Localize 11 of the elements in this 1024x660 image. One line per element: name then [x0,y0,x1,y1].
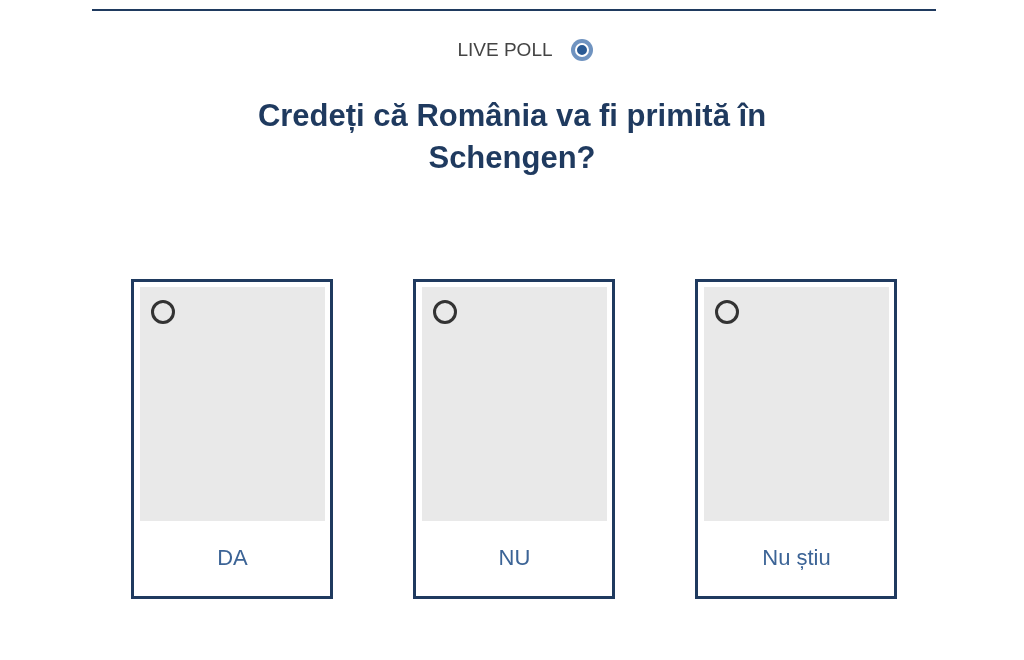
live-poll-label: LIVE POLL [457,39,553,61]
radio-button[interactable] [151,300,175,324]
poll-option-card[interactable]: DA [131,279,333,599]
radio-button[interactable] [433,300,457,324]
option-label: DA [216,545,249,571]
radio-button[interactable] [715,300,739,324]
poll-option-card[interactable]: Nu știu [695,279,897,599]
option-label: Nu știu [761,545,832,571]
poll-question: Credeți că România va fi primită în Schengen? [256,97,768,177]
poll-option-card[interactable]: NU [413,279,615,599]
option-label: NU [497,545,532,571]
